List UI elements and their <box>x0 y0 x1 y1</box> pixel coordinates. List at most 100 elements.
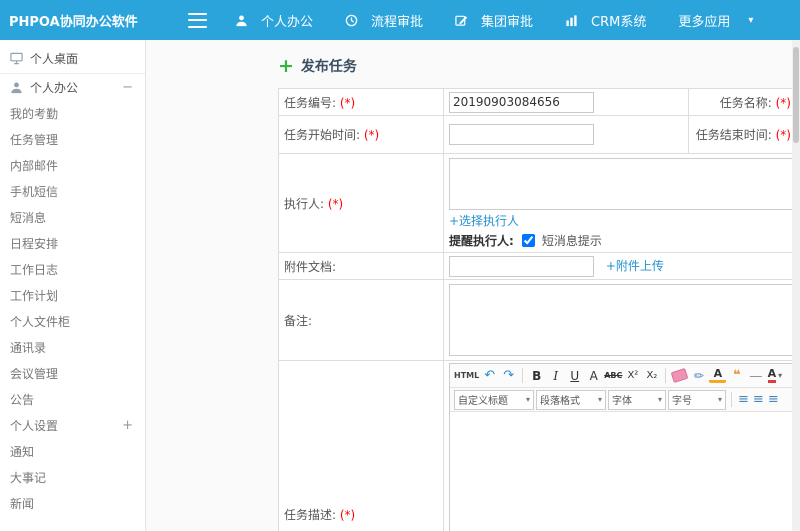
attachment-upload-link[interactable]: +附件上传 <box>606 259 664 273</box>
sidebar-item-label: 通知 <box>10 444 35 459</box>
sidebar-item-label: 通讯录 <box>10 340 47 355</box>
align-left-button[interactable]: ≡ <box>738 392 749 407</box>
sidebar-item-label: 个人桌面 <box>30 51 79 66</box>
form-row-executor: 执行人: (*) +选择执行人 提醒执行人: 短消息提示 <box>278 153 800 253</box>
bold-button[interactable]: B <box>528 366 545 385</box>
sidebar-item-attendance[interactable]: 我的考勤 <box>0 100 145 126</box>
topbar: PHPOA协同办公软件 个人办公 流程审批 集团审批 CRM系统 更多应用 ▾ <box>0 0 800 40</box>
form-row-task-time: 任务开始时间: (*) 任务结束时间: (*) <box>278 115 800 154</box>
task-number-input[interactable] <box>449 91 594 113</box>
redo-button[interactable]: ↷ <box>500 366 517 385</box>
sidebar-item-work-log[interactable]: 工作日志 <box>0 256 145 282</box>
chevron-down-icon: ▾ <box>717 395 722 404</box>
vertical-scrollbar[interactable] <box>792 40 800 531</box>
align-right-button[interactable]: ≡ <box>768 392 779 407</box>
remark-textarea[interactable] <box>449 284 794 356</box>
scrollbar-thumb[interactable] <box>793 47 799 143</box>
sidebar-item-announcement[interactable]: 公告 <box>0 386 145 412</box>
eraser-button[interactable] <box>671 366 689 385</box>
editor-toolbar-row-2: 自定义标题 ▾ 段落格式 ▾ 字体 ▾ 字号 ▾ ≡ ≡ ≡ <box>450 388 795 412</box>
strikethrough-button[interactable]: ABC <box>604 366 622 385</box>
sidebar-item-personal-settings[interactable]: 个人设置 + <box>0 412 145 438</box>
font-color-button[interactable]: A ▾ <box>766 366 783 385</box>
nav-item-personal-office[interactable]: 个人办公 <box>235 11 313 30</box>
toolbar-separator <box>665 368 667 383</box>
italic-button[interactable]: I <box>547 366 564 385</box>
start-time-input[interactable] <box>449 124 594 145</box>
remind-executor-row: 提醒执行人: 短消息提示 <box>449 231 800 250</box>
sidebar-item-schedule[interactable]: 日程安排 <box>0 230 145 256</box>
plus-icon: + <box>278 54 294 77</box>
sidebar-item-short-message[interactable]: 短消息 <box>0 204 145 230</box>
attachment-input[interactable] <box>449 255 594 277</box>
nav-item-process-approval[interactable]: 流程审批 <box>345 11 423 30</box>
align-center-button[interactable]: ≡ <box>753 392 764 407</box>
format-brush-button[interactable]: ✏ <box>690 366 707 385</box>
app-logo: PHPOA协同办公软件 <box>9 14 138 30</box>
font-family-select[interactable]: 字体 ▾ <box>608 389 666 410</box>
chevron-down-icon[interactable]: ▾ <box>748 15 753 26</box>
sidebar-item-label: 新闻 <box>10 496 35 511</box>
editor-content-area[interactable] <box>450 412 795 531</box>
executor-textarea[interactable] <box>449 158 794 210</box>
sidebar-item-desktop[interactable]: 个人桌面 <box>0 43 145 74</box>
required-mark: (*) <box>363 128 380 142</box>
sidebar-item-contacts[interactable]: 通讯录 <box>0 334 145 360</box>
sidebar-item-task-management[interactable]: 任务管理 <box>0 126 145 152</box>
choose-executor-link[interactable]: +选择执行人 <box>449 214 519 228</box>
subscript-button[interactable]: X₂ <box>643 366 660 385</box>
font-button[interactable]: A <box>585 366 602 385</box>
nav-item-more-apps[interactable]: 更多应用 ▾ <box>678 11 753 30</box>
superscript-button[interactable]: X² <box>624 366 641 385</box>
sidebar-item-label: 会议管理 <box>10 366 59 381</box>
sidebar-item-internal-mail[interactable]: 内部邮件 <box>0 152 145 178</box>
toolbar-separator <box>731 392 732 407</box>
sidebar-item-label: 大事记 <box>10 470 47 485</box>
sidebar-item-personal-office[interactable]: 个人办公 − <box>0 74 145 100</box>
nav-label: 流程审批 <box>371 14 424 30</box>
nav-label: 个人办公 <box>261 14 314 30</box>
underline-button[interactable]: U <box>566 366 583 385</box>
paragraph-format-select[interactable]: 段落格式 ▾ <box>536 389 606 410</box>
clock-icon <box>345 14 358 27</box>
custom-title-select[interactable]: 自定义标题 ▾ <box>454 389 534 410</box>
remind-executor-label: 提醒执行人: <box>449 234 514 248</box>
page-title: + 发布任务 <box>278 53 800 79</box>
required-mark: (*) <box>775 128 791 142</box>
end-time-label: 任务结束时间: <box>695 128 772 142</box>
rich-text-editor: HTML ↶ ↷ B I U A ABC X² X₂ ✏ A ❝ ― A ▾ 自… <box>449 363 796 531</box>
sidebar-item-news[interactable]: 新闻 <box>0 490 145 516</box>
user-icon <box>235 14 248 27</box>
sidebar-item-label: 个人文件柜 <box>10 314 71 329</box>
chevron-down-icon: ▾ <box>597 395 602 404</box>
html-source-button[interactable]: HTML <box>454 366 479 385</box>
eraser-icon <box>671 367 689 384</box>
sidebar-item-milestones[interactable]: 大事记 <box>0 464 145 490</box>
chevron-down-icon: ▾ <box>778 371 783 380</box>
font-size-select[interactable]: 字号 ▾ <box>668 389 726 410</box>
description-label: 任务描述: <box>284 507 337 522</box>
sidebar-item-label: 短消息 <box>10 210 47 225</box>
sidebar-item-file-cabinet[interactable]: 个人文件柜 <box>0 308 145 334</box>
page-title-text: 发布任务 <box>300 59 357 75</box>
sidebar-item-meeting[interactable]: 会议管理 <box>0 360 145 386</box>
start-time-label: 任务开始时间: <box>284 128 361 142</box>
undo-button[interactable]: ↶ <box>481 366 498 385</box>
nav-item-group-approval[interactable]: 集团审批 <box>455 11 533 30</box>
sidebar-item-label: 我的考勤 <box>10 106 59 121</box>
sidebar-item-notice[interactable]: 通知 <box>0 438 145 464</box>
highlight-color-button[interactable]: A <box>709 368 727 383</box>
bar-chart-icon <box>565 14 578 27</box>
form-row-remark: 备注: <box>278 279 800 361</box>
expand-icon[interactable]: + <box>122 418 133 433</box>
hamburger-menu-icon[interactable] <box>188 12 207 28</box>
sms-remind-checkbox[interactable] <box>521 234 535 247</box>
nav-item-crm[interactable]: CRM系统 <box>565 11 646 30</box>
horizontal-rule-button[interactable]: ― <box>747 366 764 385</box>
sidebar-item-work-plan[interactable]: 工作计划 <box>0 282 145 308</box>
sidebar-item-label: 公告 <box>10 392 35 407</box>
collapse-icon[interactable]: − <box>122 80 133 95</box>
blockquote-button[interactable]: ❝ <box>728 366 745 385</box>
sidebar-item-mobile-sms[interactable]: 手机短信 <box>0 178 145 204</box>
select-label: 字体 <box>612 396 632 407</box>
